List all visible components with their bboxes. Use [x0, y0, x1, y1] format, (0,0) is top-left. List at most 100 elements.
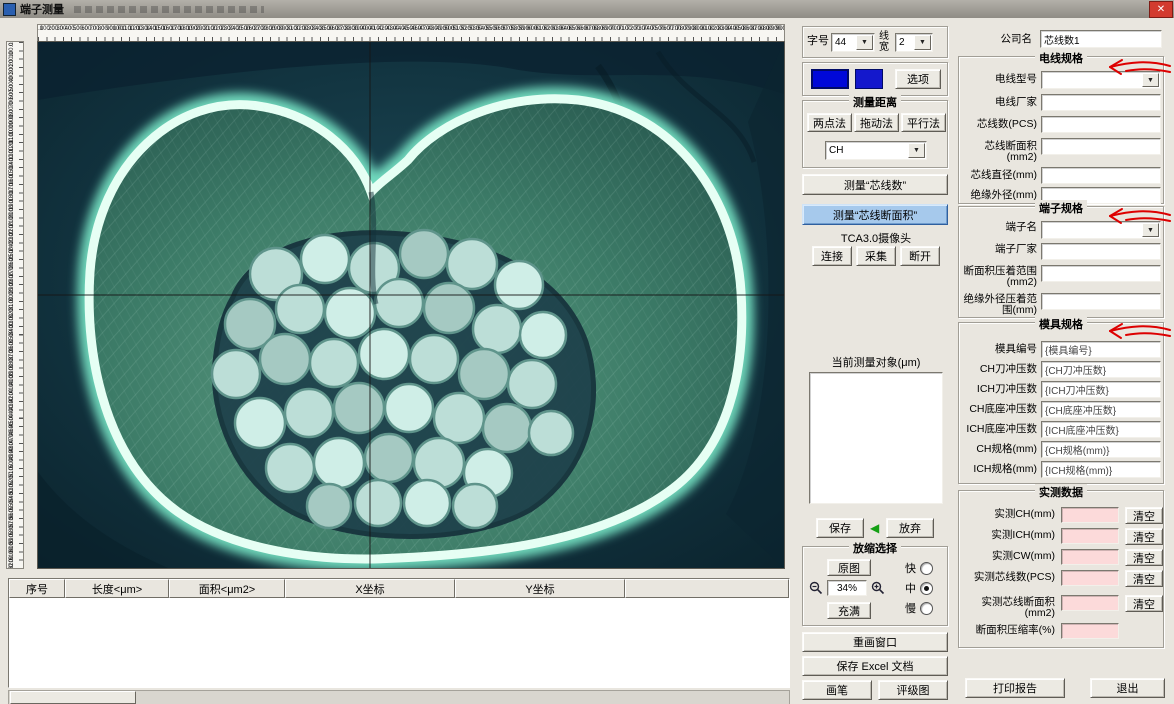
clear-button[interactable]: 清空 — [1125, 549, 1163, 566]
field-input[interactable]: {ICH规格(mm)} — [1041, 461, 1161, 478]
connect-button[interactable]: 连接 — [812, 246, 852, 266]
original-size-button[interactable]: 原图 — [827, 559, 871, 576]
discard-button[interactable]: 放弃 — [886, 518, 934, 538]
field-input[interactable] — [1041, 243, 1161, 260]
drag-method-button[interactable]: 拖动法 — [854, 113, 899, 132]
color-box: 选项 — [802, 62, 948, 96]
company-input[interactable]: 芯线数1 — [1040, 30, 1162, 48]
table-header-cell[interactable]: 长度<μm> — [65, 579, 169, 598]
field-input[interactable] — [1061, 528, 1119, 544]
exit-button[interactable]: 退出 — [1090, 678, 1165, 698]
clear-button[interactable]: 清空 — [1125, 507, 1163, 524]
font-size-value: 44 — [835, 37, 847, 48]
field-label: 芯线断面积(mm2) — [984, 140, 1038, 163]
pen-button[interactable]: 画笔 — [802, 680, 872, 700]
field-input[interactable] — [1041, 116, 1161, 133]
redraw-window-button[interactable]: 重画窗口 — [802, 632, 948, 652]
image-viewport[interactable] — [37, 41, 785, 569]
field-label: 电线型号 — [995, 73, 1037, 85]
save-button[interactable]: 保存 — [816, 518, 864, 538]
field-label: 芯线直径(mm) — [970, 169, 1038, 181]
field-combo[interactable]: ▼ — [1041, 221, 1161, 239]
chevron-down-icon[interactable]: ▼ — [914, 35, 931, 50]
field-label: CH刀冲压数 — [979, 363, 1037, 375]
clear-button[interactable]: 清空 — [1125, 528, 1163, 545]
chevron-down-icon[interactable]: ▼ — [908, 143, 925, 158]
print-report-button[interactable]: 打印报告 — [965, 678, 1065, 698]
field-input[interactable]: {ICH底座冲压数} — [1041, 421, 1161, 438]
radio-label: 中 — [905, 583, 916, 595]
clear-button[interactable]: 清空 — [1125, 570, 1163, 587]
field-label: CH底座冲压数 — [969, 403, 1037, 415]
speed-option-medium[interactable]: 中 — [905, 580, 933, 596]
parallel-method-button[interactable]: 平行法 — [901, 113, 946, 132]
field-label: 芯线数(PCS) — [976, 118, 1037, 130]
field-label: 电线厂家 — [995, 96, 1037, 108]
app-icon — [3, 2, 16, 16]
field-input[interactable]: {CH规格(mm)} — [1041, 441, 1161, 458]
radio-slow[interactable] — [920, 601, 933, 615]
zoom-percent: 34% — [827, 580, 867, 596]
table-header-cell[interactable]: 序号 — [9, 579, 65, 598]
zoom-in-icon[interactable] — [871, 581, 885, 595]
combo-value — [1045, 222, 1143, 238]
wire-spec-group: 电线规格 电线型号 ▼ 电线厂家 芯线数(PCS) 芯线断面积(mm2) 芯线直径(mm)… — [958, 50, 1164, 204]
field-input[interactable] — [1061, 623, 1119, 639]
field-input[interactable] — [1041, 265, 1161, 282]
field-label: 实测芯线数(PCS) — [973, 571, 1055, 583]
middle-panel: 字号 44 ▼ 线宽 2 ▼ 选项 测量距离 两点法 拖动法 平行法 CH ▼ — [800, 18, 952, 704]
measure-core-count-button[interactable]: 测量“芯线数” — [802, 174, 948, 195]
horizontal-scrollbar[interactable] — [8, 690, 790, 704]
field-input[interactable]: {CH底座冲压数} — [1041, 401, 1161, 418]
field-input[interactable] — [1041, 293, 1161, 310]
grade-chart-button[interactable]: 评级图 — [878, 680, 948, 700]
radio-medium[interactable] — [920, 581, 933, 595]
field-input[interactable] — [1041, 167, 1161, 184]
table-header-cell[interactable] — [625, 579, 789, 598]
field-label: 断面积压缩率(%) — [975, 624, 1055, 636]
two-point-method-button[interactable]: 两点法 — [807, 113, 852, 132]
field-input[interactable]: {ICH刀冲压数} — [1041, 381, 1161, 398]
speed-option-slow[interactable]: 慢 — [905, 600, 933, 616]
capture-button[interactable]: 采集 — [856, 246, 896, 266]
field-input[interactable] — [1041, 138, 1161, 155]
disconnect-button[interactable]: 断开 — [900, 246, 940, 266]
measure-core-area-button[interactable]: 测量“芯线断面积” — [802, 204, 948, 225]
line-width-select[interactable]: 2 ▼ — [895, 33, 933, 52]
field-label: 实测CH(mm) — [994, 508, 1055, 520]
chevron-down-icon[interactable]: ▼ — [1142, 73, 1159, 87]
field-input[interactable] — [1061, 507, 1119, 523]
color-swatch-secondary[interactable] — [855, 69, 883, 89]
fill-view-button[interactable]: 充满 — [827, 602, 871, 619]
field-input[interactable]: {CH刀冲压数} — [1041, 361, 1161, 378]
font-size-select[interactable]: 44 ▼ — [831, 33, 875, 52]
field-input[interactable] — [1041, 94, 1161, 111]
measure-mode-select[interactable]: CH ▼ — [825, 141, 927, 160]
field-input[interactable]: {模具编号} — [1041, 341, 1161, 358]
field-input[interactable] — [1061, 595, 1119, 611]
company-label: 公司名 — [1000, 33, 1033, 45]
scrollbar-thumb[interactable] — [10, 691, 136, 704]
close-button[interactable]: ✕ — [1149, 1, 1173, 18]
table-header-cell[interactable]: 面积<μm2> — [169, 579, 285, 598]
table-header-cell[interactable]: X坐标 — [285, 579, 455, 598]
options-button[interactable]: 选项 — [895, 69, 941, 89]
table-header-cell[interactable]: Y坐标 — [455, 579, 625, 598]
chevron-down-icon[interactable]: ▼ — [856, 35, 873, 50]
color-swatch-primary[interactable] — [811, 69, 849, 89]
radio-fast[interactable] — [920, 561, 933, 575]
current-object-listbox[interactable] — [809, 372, 943, 504]
table-body[interactable] — [9, 598, 789, 685]
field-label: 实测ICH(mm) — [991, 529, 1055, 541]
field-input[interactable] — [1061, 549, 1119, 565]
zoom-out-icon[interactable] — [809, 581, 823, 595]
field-combo[interactable]: ▼ — [1041, 71, 1161, 89]
save-excel-button[interactable]: 保存 Excel 文档 — [802, 656, 948, 676]
field-input[interactable] — [1061, 570, 1119, 586]
clear-button[interactable]: 清空 — [1125, 595, 1163, 612]
chevron-down-icon[interactable]: ▼ — [1142, 223, 1159, 237]
speed-option-fast[interactable]: 快 — [905, 560, 933, 576]
measure-mode-value: CH — [829, 145, 844, 156]
field-label: 端子名 — [1005, 221, 1038, 233]
camera-label: TCA3.0摄像头 — [840, 233, 912, 245]
